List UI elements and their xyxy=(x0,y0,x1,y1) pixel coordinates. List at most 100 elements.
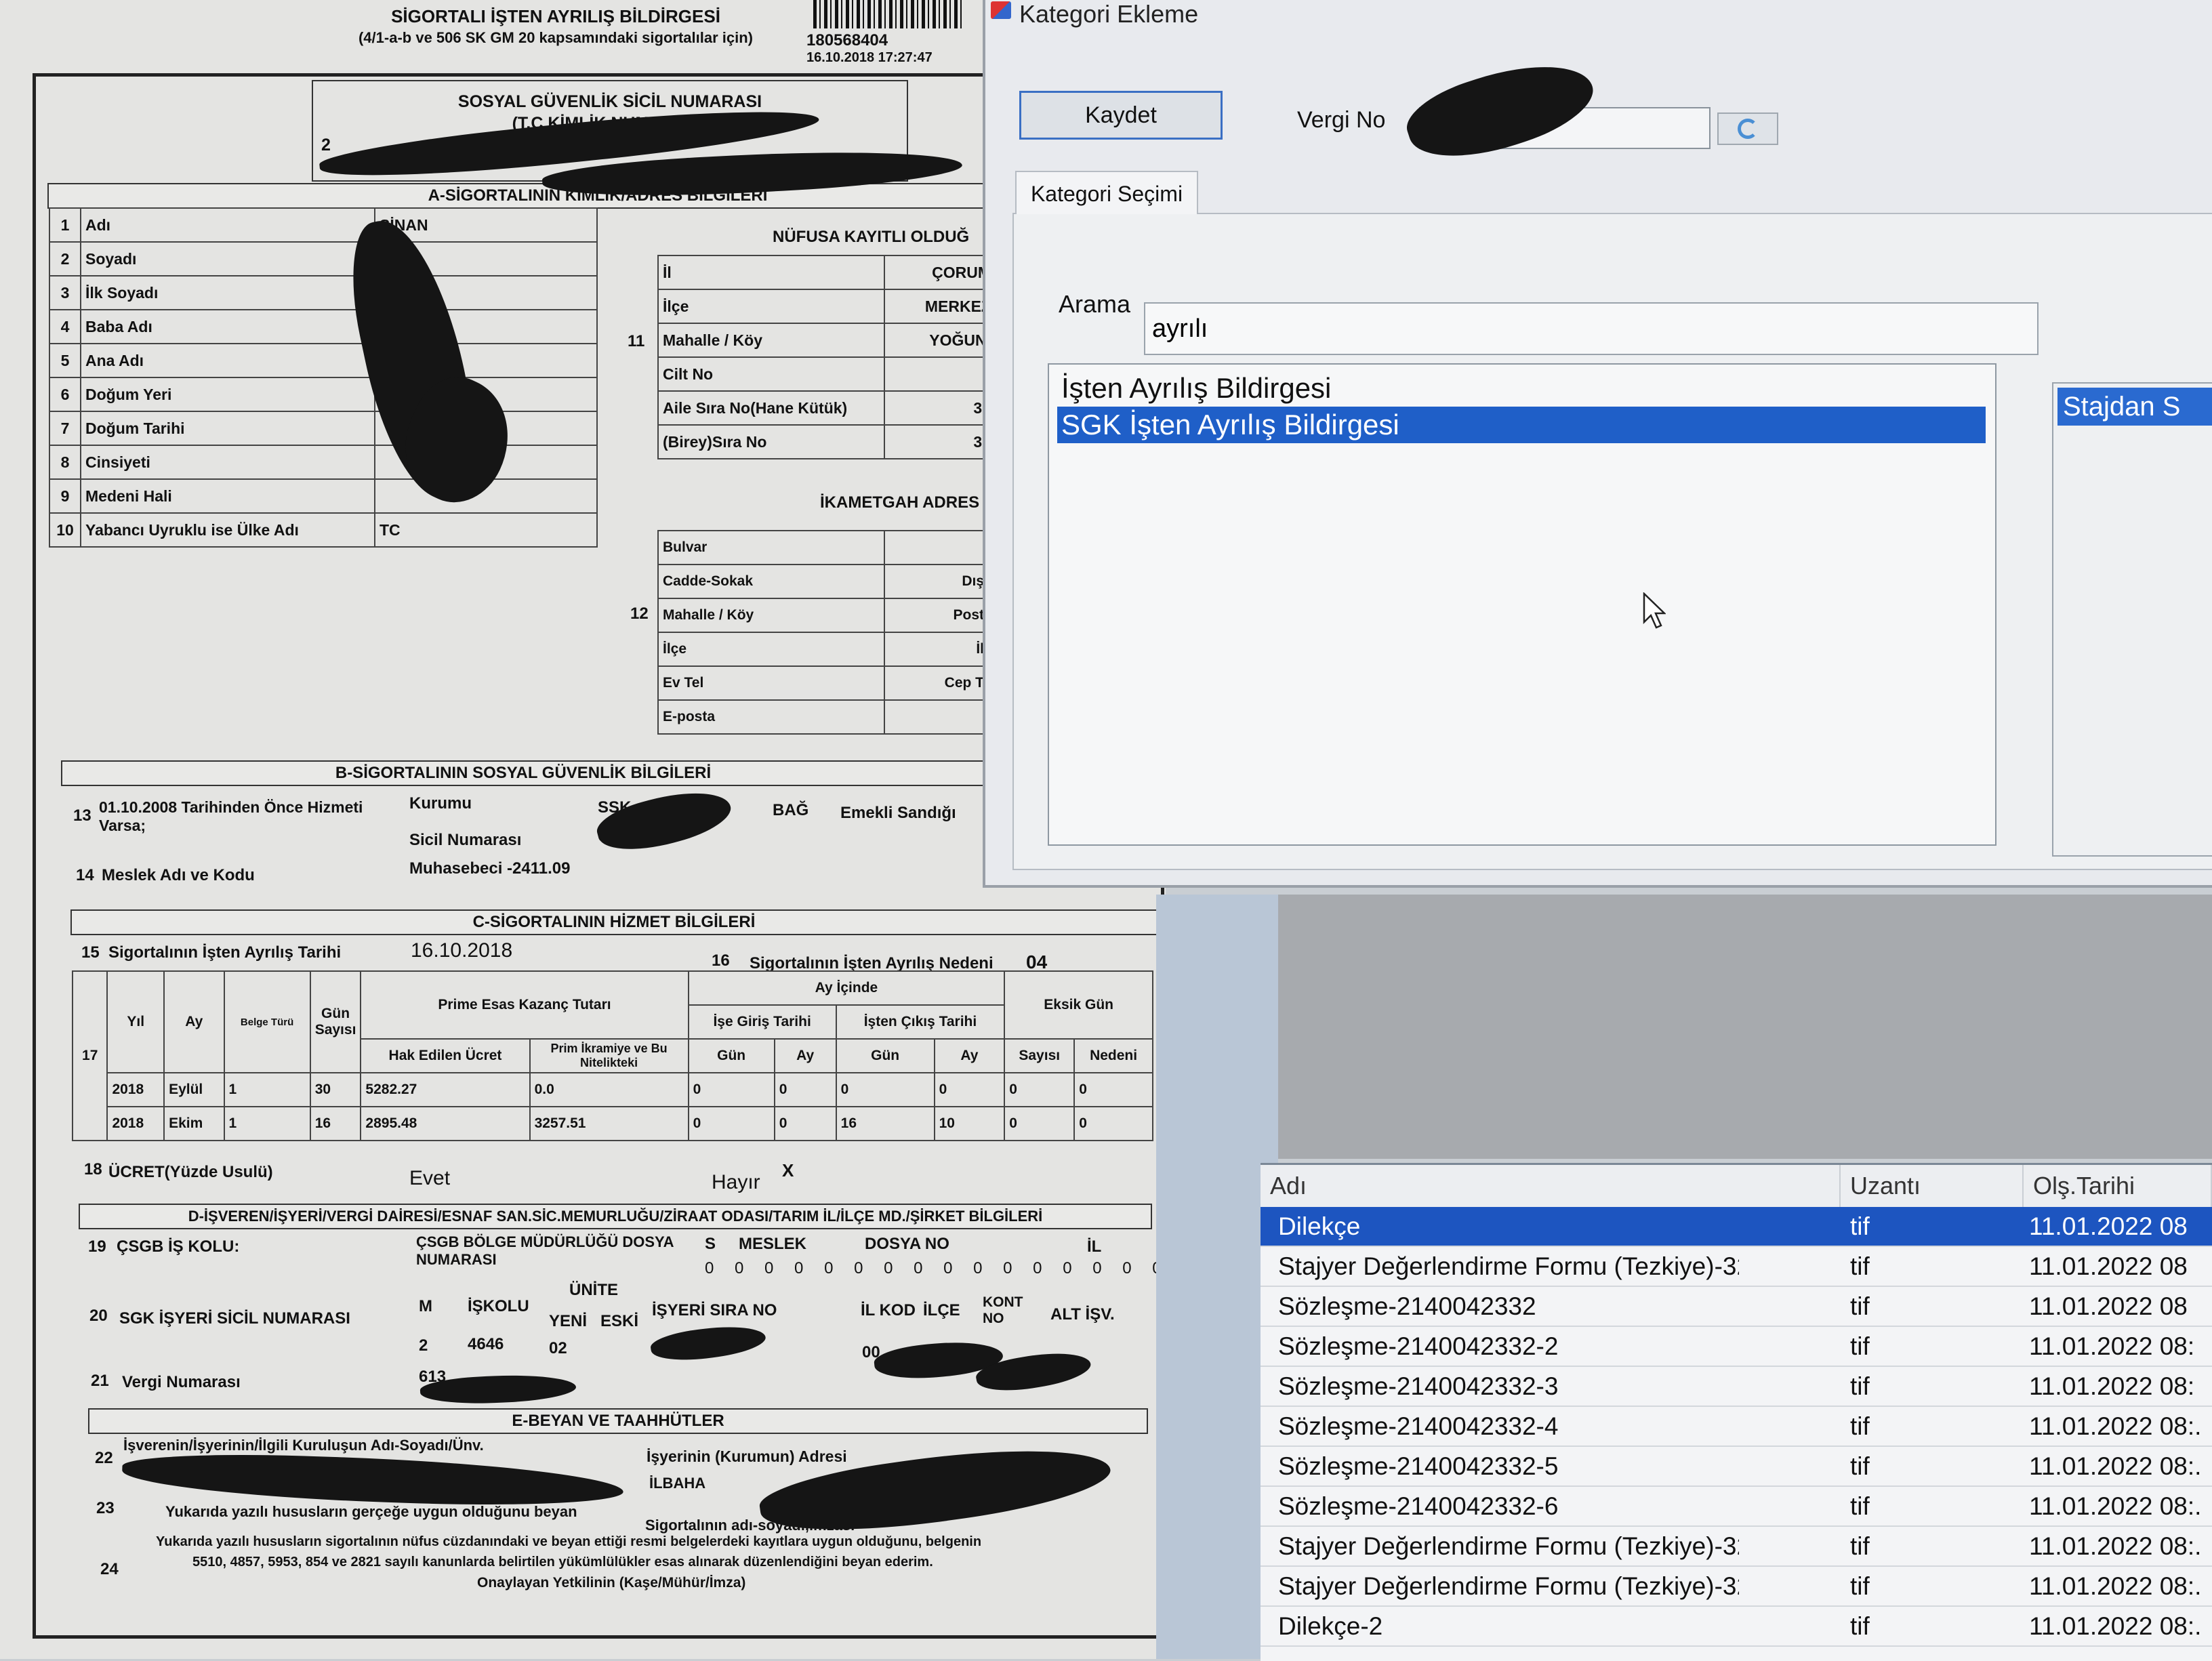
address-row: İl ÇORUM xyxy=(657,255,996,290)
search-input[interactable] xyxy=(1144,302,2039,355)
d20-eski: ESKİ xyxy=(600,1312,639,1330)
grid-row[interactable]: Sözleşme-2140042332-5 tif 11.01.2022 08:. xyxy=(1261,1447,2212,1487)
col-gun: Gün Sayısı xyxy=(309,970,362,1073)
col-prime: Prime Esas Kazanç Tutarı xyxy=(360,970,689,1040)
identity-row: 9 Medeni Hali xyxy=(49,478,598,514)
service-cell: 16 xyxy=(309,1106,362,1141)
save-button[interactable]: Kaydet xyxy=(1019,91,1223,140)
ikamet-number: 12 xyxy=(630,604,649,623)
list-item-selected[interactable]: SGK İşten Ayrılış Bildirgesi xyxy=(1057,407,1986,443)
service-cell: 16 xyxy=(835,1106,935,1141)
row-number: 4 xyxy=(49,309,81,344)
row-label: Ev Tel xyxy=(657,665,885,701)
barcode-number: 180568404 16.10.2018 17:27:47 xyxy=(806,31,933,66)
grid-row[interactable]: Sözleşme-2140042332-2 tif 11.01.2022 08: xyxy=(1261,1327,2212,1367)
row-number: 6 xyxy=(49,377,81,412)
row-label: İlçe xyxy=(657,289,885,324)
grid-row[interactable]: Stajyer Değerlendirme Formu (Tezkiye)-32… xyxy=(1261,1247,2212,1287)
grid-row[interactable]: Sözleşme-2140042332-4 tif 11.01.2022 08:. xyxy=(1261,1407,2212,1447)
d19-dosya: DOSYA NO xyxy=(865,1235,949,1253)
cell-date: 11.01.2022 08:. xyxy=(2029,1532,2202,1560)
row-label: Mahalle / Köy xyxy=(657,323,885,358)
d21-label: Vergi Numarası xyxy=(122,1373,241,1391)
cell-date: 11.01.2022 08:. xyxy=(2029,1452,2202,1480)
cell-date: 11.01.2022 08 xyxy=(2029,1212,2188,1240)
service-table: 17 Yıl Ay Belge Türü Gün Sayısı Prime Es… xyxy=(71,970,1153,1141)
row-label: Bulvar xyxy=(657,530,885,565)
side-list-item-selected[interactable]: Stajdan S xyxy=(2057,388,2212,426)
service-cell: 0 xyxy=(1004,1072,1076,1107)
col-giris-gun: Gün xyxy=(687,1038,775,1073)
row-number: 7 xyxy=(49,411,81,446)
col-cikis: İşten Çıkış Tarihi xyxy=(835,1004,1006,1040)
section-d-title: D-İŞVEREN/İŞYERİ/VERGİ DAİRESİ/ESNAF SAN… xyxy=(79,1204,1152,1229)
col-hak: Hak Edilen Ücret xyxy=(360,1038,531,1073)
service-cell: 0 xyxy=(933,1072,1006,1107)
d20-m-value: 2 xyxy=(419,1336,428,1355)
row-label: Aile Sıra No(Hane Kütük) xyxy=(657,390,885,426)
grid-header-tarih[interactable]: Olş.Tarihi xyxy=(2024,1165,2212,1207)
address-row: Aile Sıra No(Hane Kütük)30 xyxy=(657,390,996,426)
row-number: 1 xyxy=(49,207,81,243)
side-listbox[interactable]: Stajdan S xyxy=(2052,382,2212,857)
cell-extension: tif xyxy=(1850,1252,1870,1280)
grid-header-uzanti[interactable]: Uzantı xyxy=(1841,1165,2024,1207)
row-number: 8 xyxy=(49,445,81,480)
e22-adres: İşyerinin (Kurumun) Adresi xyxy=(647,1448,847,1465)
service-cell: 1 xyxy=(223,1106,311,1141)
d19-bolge: ÇSGB BÖLGE MÜDÜRLÜĞÜ DOSYA NUMARASI xyxy=(416,1233,674,1268)
e24-text-3: Onaylayan Yetkilinin (Kaşe/Mühür/İmza) xyxy=(477,1575,746,1591)
service-cell: 2895.48 xyxy=(360,1106,531,1141)
cell-name: Dilekçe xyxy=(1278,1212,1361,1240)
barcode-date: 16.10.2018 17:27:47 xyxy=(806,50,933,65)
service-cell: 10 xyxy=(933,1106,1006,1141)
vergi-no-label: Vergi No xyxy=(1297,107,1386,133)
row-label: İl xyxy=(657,255,885,290)
identity-row: 10 Yabancı Uyruklu ise Ülke Adı TC xyxy=(49,512,598,548)
row-value xyxy=(884,530,989,565)
grid-row[interactable]: Stajyer Değerlendirme Formu (Tezkiye)-32… xyxy=(1261,1567,2212,1607)
address-row: Ev Tel Cep T xyxy=(657,665,989,701)
category-listbox[interactable]: İşten Ayrılış Bildirgesi SGK İşten Ayrıl… xyxy=(1048,363,1996,846)
grid-row[interactable]: Sözleşme-2140042332-6 tif 11.01.2022 08:. xyxy=(1261,1487,2212,1527)
col-ay: Ay xyxy=(163,970,225,1073)
app-icon xyxy=(991,1,1011,19)
cell-name: Sözleşme-2140042332-6 xyxy=(1278,1492,1559,1520)
col-nedeni: Nedeni xyxy=(1073,1038,1153,1073)
row-label: (Birey)Sıra No xyxy=(657,424,885,459)
d20-ilce: İLÇE xyxy=(923,1301,960,1319)
b14-number: 14 xyxy=(76,866,94,884)
c15-number: 15 xyxy=(81,943,100,962)
grid-row[interactable]: Dilekçe-2 tif 11.01.2022 08:. xyxy=(1261,1607,2212,1647)
address-row: Bulvar xyxy=(657,530,989,565)
tab-kategori-secimi[interactable]: Kategori Seçimi xyxy=(1015,171,1198,214)
d21-number: 21 xyxy=(91,1372,109,1390)
d20-alt: ALT İŞV. xyxy=(1050,1305,1115,1324)
grid-row-selected[interactable]: Dilekçe tif 11.01.2022 08 xyxy=(1261,1207,2212,1247)
row-value: MERKEZ xyxy=(884,289,996,324)
col-sayisi: Sayısı xyxy=(1004,1038,1076,1073)
e22-adres-value: İLBAHA xyxy=(649,1475,706,1492)
e24-text-1: Yukarıda yazılı hususların sigortalının … xyxy=(156,1534,982,1549)
list-item[interactable]: İşten Ayrılış Bildirgesi xyxy=(1057,370,1986,407)
cell-date: 11.01.2022 08:. xyxy=(2029,1492,2202,1520)
grid-row[interactable]: Stajyer Değerlendirme Formu (Tezkiye)-32… xyxy=(1261,1527,2212,1567)
grid-row[interactable]: Sözleşme-2140042332-3 tif 11.01.2022 08: xyxy=(1261,1367,2212,1407)
row-label: Mahalle / Köy xyxy=(657,598,885,633)
dialog-title: Kategori Ekleme xyxy=(1019,0,1199,28)
row-value: Dış xyxy=(884,564,989,599)
d20-kont: KONT NO xyxy=(983,1294,1023,1326)
identity-table: 1 Adı SİNAN 2 Soyadı 3 İlk Soyadı 4 Baba Adı 5 Ana… xyxy=(49,207,598,548)
service-cell: 2018 xyxy=(106,1072,165,1107)
d19-zeros: 0 0 0 0 0 0 0 0 0 0 0 0 0 0 0 0 xyxy=(705,1259,1170,1277)
identity-row: 7 Doğum Tarihi xyxy=(49,411,598,446)
cell-name: Sözleşme-2140042332-2 xyxy=(1278,1332,1559,1360)
identity-row: 5 Ana Adı xyxy=(49,343,598,378)
grid-row[interactable]: Sözleşme-2140042332 tif 11.01.2022 08 xyxy=(1261,1287,2212,1327)
identity-row: 2 Soyadı xyxy=(49,241,598,276)
cell-name: Sözleşme-2140042332 xyxy=(1278,1292,1536,1320)
grid-header-adi[interactable]: Adı xyxy=(1261,1165,1841,1207)
refresh-button[interactable] xyxy=(1717,112,1778,145)
e22-label: İşverenin/İşyerinin/İlgili Kuruluşun Adı… xyxy=(123,1437,484,1454)
col-yil: Yıl xyxy=(106,970,165,1073)
